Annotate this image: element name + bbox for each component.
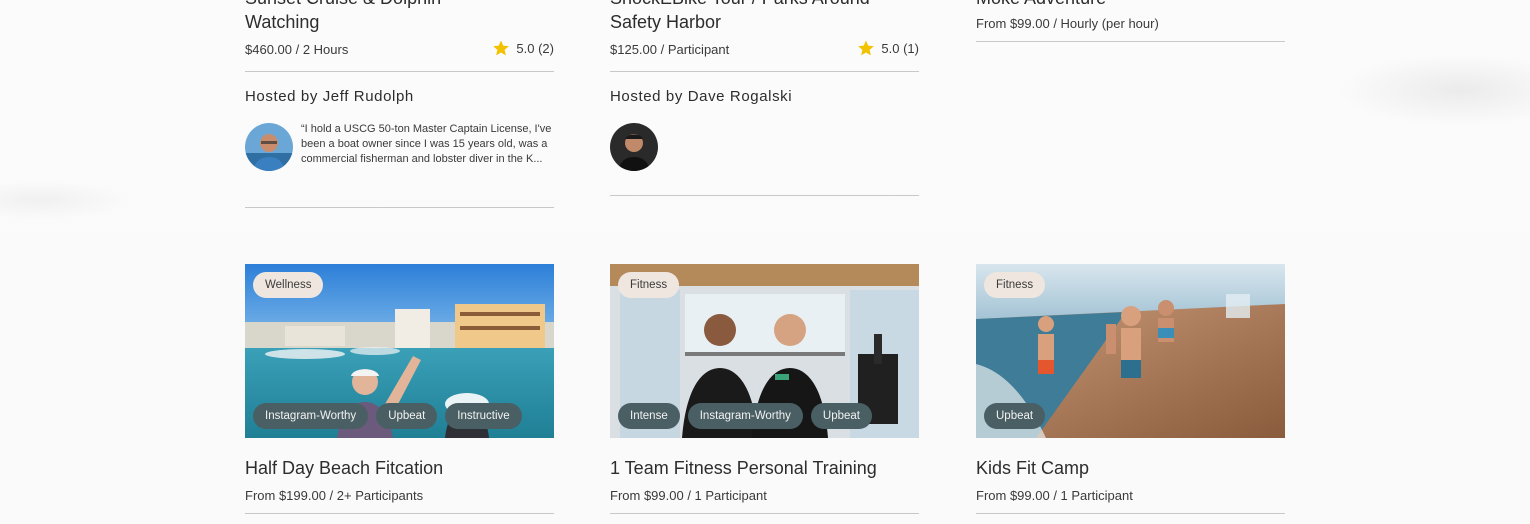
divider — [610, 71, 919, 72]
experience-card-sunset-cruise[interactable]: Sunset Cruise & Dolphin Watching $460.00… — [245, 0, 554, 210]
divider — [976, 41, 1285, 42]
card-title[interactable]: Moke Adventure — [976, 0, 1106, 10]
card-rating: 5.0 (1) — [857, 39, 919, 57]
divider — [245, 207, 554, 208]
card-price: From $99.00 / Hourly (per hour) — [976, 16, 1159, 31]
tag: Intense — [618, 403, 680, 429]
divider — [245, 513, 554, 514]
category-badge: Wellness — [253, 272, 324, 298]
tag: Upbeat — [376, 403, 438, 429]
host-avatar[interactable] — [610, 123, 658, 171]
experience-card-moke-adventure[interactable]: Moke Adventure From $99.00 / Hourly (per… — [976, 0, 1285, 50]
card-title-line-1: Sunset Cruise & Dolphin — [245, 0, 441, 10]
card-title-line-2: Watching — [245, 12, 320, 32]
category-badge: Fitness — [984, 272, 1046, 298]
tag: Upbeat — [984, 403, 1046, 429]
hosted-by: Hosted by Dave Rogalski — [610, 88, 793, 105]
tag-list: Intense Instagram-Worthy Upbeat — [618, 403, 873, 429]
star-icon — [493, 40, 510, 56]
divider — [610, 195, 919, 196]
experience-card-ebike-tour[interactable]: ShockEBike Tour / Parks Around Safety Ha… — [610, 0, 919, 200]
hosted-by: Hosted by Jeff Rudolph — [245, 88, 414, 105]
card-title-line-1: ShockEBike Tour / Parks Around — [610, 0, 870, 10]
star-icon — [858, 40, 875, 56]
card-title[interactable]: Sunset Cruise & Dolphin Watching — [245, 0, 441, 34]
card-price: From $99.00 / 1 Participant — [976, 488, 1133, 503]
card-title[interactable]: ShockEBike Tour / Parks Around Safety Ha… — [610, 0, 870, 34]
host-avatar[interactable] — [245, 123, 293, 171]
card-rating: 5.0 (2) — [492, 39, 554, 57]
card-price: From $199.00 / 2+ Participants — [245, 488, 424, 503]
experience-card-beach-fitcation[interactable]: Wellness Instagram-Worthy Upbeat Instruc… — [245, 264, 554, 524]
divider — [976, 513, 1285, 514]
card-photo[interactable]: Wellness Instagram-Worthy Upbeat Instruc… — [245, 264, 554, 438]
card-title-line-2: Safety Harbor — [610, 12, 722, 32]
card-photo[interactable]: Fitness Intense Instagram-Worthy Upbeat — [610, 264, 919, 438]
tag: Instructive — [445, 403, 522, 429]
tag: Instagram-Worthy — [687, 403, 803, 429]
card-title[interactable]: Kids Fit Camp — [976, 456, 1089, 480]
host-quote: “I hold a USCG 50-ton Master Captain Lic… — [301, 123, 552, 165]
tag-list: Upbeat — [984, 403, 1046, 429]
card-photo[interactable]: Fitness Upbeat — [976, 264, 1285, 438]
tag-list: Instagram-Worthy Upbeat Instructive — [253, 403, 522, 429]
tag: Instagram-Worthy — [253, 403, 369, 429]
divider — [610, 513, 919, 514]
tag: Upbeat — [810, 403, 873, 429]
experience-card-personal-training[interactable]: Fitness Intense Instagram-Worthy Upbeat … — [610, 264, 919, 524]
rating-value: 5.0 (2) — [516, 40, 554, 56]
experience-card-kids-fit-camp[interactable]: Fitness Upbeat Kids Fit Camp From $99.00… — [976, 264, 1285, 524]
rating-value: 5.0 (1) — [881, 40, 919, 56]
card-price: $460.00 / 2 Hours — [245, 42, 349, 57]
card-title[interactable]: Half Day Beach Fitcation — [245, 456, 443, 480]
divider — [245, 71, 554, 72]
category-badge: Fitness — [618, 272, 680, 298]
card-price: From $99.00 / 1 Participant — [610, 488, 767, 503]
card-title[interactable]: 1 Team Fitness Personal Training — [610, 456, 877, 480]
card-price: $125.00 / Participant — [610, 42, 730, 57]
